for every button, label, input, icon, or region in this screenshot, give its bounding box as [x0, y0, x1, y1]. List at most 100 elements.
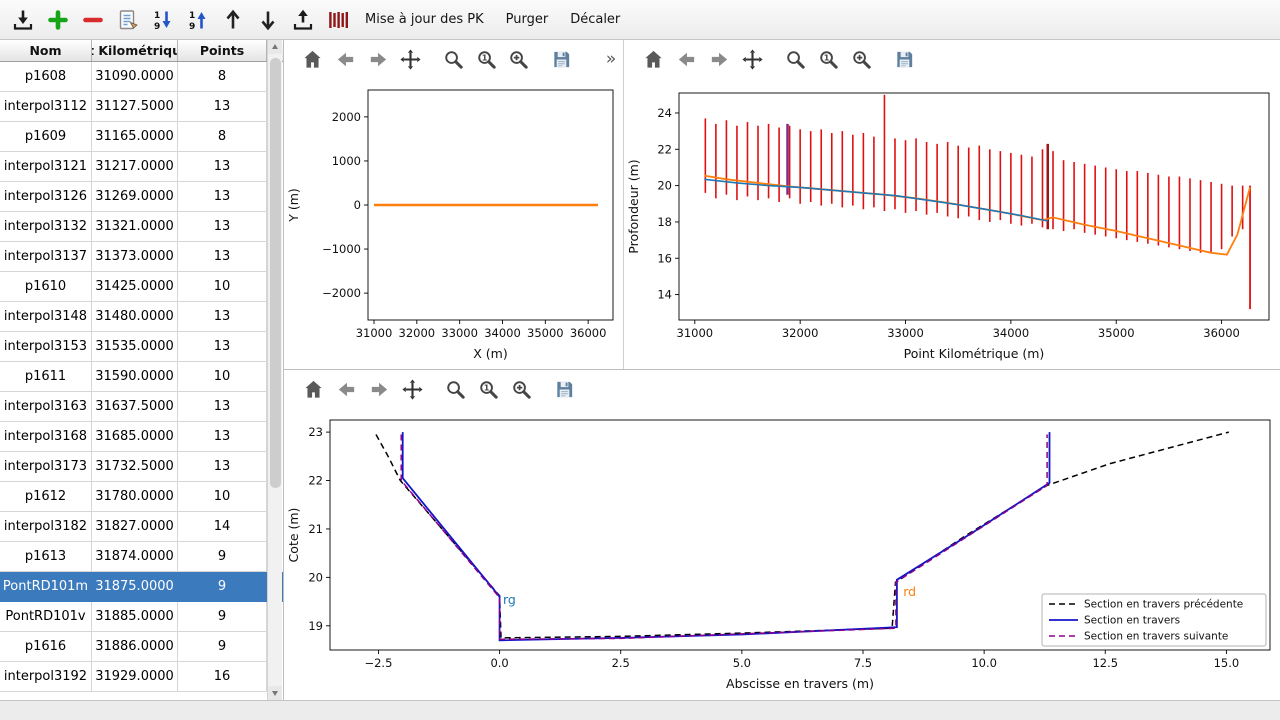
cell-points: 9: [178, 632, 267, 662]
cross-section-ylabel: Cote (m): [286, 508, 301, 563]
arrow-down-button[interactable]: [251, 4, 284, 36]
home-button[interactable]: [298, 44, 328, 74]
scrollbar-thumb[interactable]: [270, 58, 281, 488]
edit-button[interactable]: [111, 4, 144, 36]
longitudinal-profile-plot[interactable]: 3100032000330003400035000360001416182022…: [624, 78, 1279, 370]
cell-pk: 31780.0000: [92, 482, 178, 512]
zoom-one-button[interactable]: 1: [471, 44, 501, 74]
svg-text:31000: 31000: [677, 326, 714, 340]
cross-section-plot[interactable]: −2.50.02.55.07.510.012.515.01920212223Ab…: [284, 408, 1280, 700]
table-row[interactable]: p160931165.00008: [0, 122, 283, 152]
svg-text:32000: 32000: [782, 326, 819, 340]
cell-pk: 31269.0000: [92, 182, 178, 212]
shift-button[interactable]: Décaler: [559, 12, 631, 27]
table-row[interactable]: interpol316831685.000013: [0, 422, 283, 452]
column-header-pk[interactable]: t Kilométriqu: [92, 40, 178, 61]
toolbar-icon-group: 1919: [6, 4, 354, 36]
zoom-plus-button[interactable]: [504, 44, 534, 74]
zoom-button[interactable]: [780, 44, 810, 74]
zoom-one-button[interactable]: 1: [813, 44, 843, 74]
pan-button[interactable]: [397, 374, 427, 404]
pan-icon: [399, 48, 422, 71]
zoom-button[interactable]: [440, 374, 470, 404]
cross-section-xlabel: Abscisse en travers (m): [726, 676, 874, 691]
purge-button[interactable]: Purger: [495, 12, 560, 27]
table-row[interactable]: interpol314831480.000013: [0, 302, 283, 332]
chevrons-right-icon: »: [606, 49, 616, 69]
arrow-up-button[interactable]: [216, 4, 249, 36]
table-row[interactable]: interpol313731373.000013: [0, 242, 283, 272]
update-pk-button[interactable]: Mise à jour des PK: [354, 12, 495, 27]
export-button[interactable]: [286, 4, 319, 36]
add-button[interactable]: [41, 4, 74, 36]
legend-label: Section en travers suivante: [1084, 631, 1228, 643]
back-button[interactable]: [331, 374, 361, 404]
table-row[interactable]: interpol313231321.000013: [0, 212, 283, 242]
zoom-plus-button[interactable]: [846, 44, 876, 74]
pan-button[interactable]: [737, 44, 767, 74]
table-row[interactable]: p161131590.000010: [0, 362, 283, 392]
back-icon: [335, 378, 358, 401]
column-header-points[interactable]: Points: [178, 40, 267, 61]
cross-section-plot-toolbar: 1: [284, 370, 1280, 408]
scroll-down-arrow-icon[interactable]: [268, 686, 282, 700]
home-button[interactable]: [298, 374, 328, 404]
cell-pk: 31090.0000: [92, 62, 178, 92]
forward-icon: [708, 48, 731, 71]
sort-desc-button[interactable]: 19: [146, 4, 179, 36]
cell-nom: interpol3126: [0, 182, 92, 212]
table-row[interactable]: p160831090.00008: [0, 62, 283, 92]
profile-plot-toolbar: 1: [624, 40, 1280, 78]
table-row[interactable]: interpol316331637.500013: [0, 392, 283, 422]
zoom-one-button[interactable]: 1: [473, 374, 503, 404]
forward-button[interactable]: [363, 44, 393, 74]
toolbar-overflow-button[interactable]: »: [599, 46, 623, 72]
save-button[interactable]: [549, 374, 579, 404]
table-row[interactable]: p161031425.000010: [0, 272, 283, 302]
save-button[interactable]: [547, 44, 577, 74]
column-header-nom[interactable]: Nom: [0, 40, 92, 61]
table-row[interactable]: interpol311231127.500013: [0, 92, 283, 122]
forward-button[interactable]: [364, 374, 394, 404]
save-button[interactable]: [889, 44, 919, 74]
remove-button[interactable]: [76, 4, 109, 36]
zoom-one-icon: 1: [477, 378, 500, 401]
table-row[interactable]: PontRD101v31885.00009: [0, 602, 283, 632]
table-row[interactable]: PontRD101m31875.00009: [0, 572, 283, 602]
home-icon: [642, 48, 665, 71]
back-button[interactable]: [331, 44, 361, 74]
forward-button[interactable]: [704, 44, 734, 74]
svg-text:1: 1: [823, 52, 829, 62]
zoom-plus-icon: [510, 378, 533, 401]
svg-text:1: 1: [189, 11, 195, 21]
profile-plot-panel: 1 31000320003300034000350003600014161820…: [624, 40, 1280, 369]
table-row[interactable]: p161631886.00009: [0, 632, 283, 662]
table-row[interactable]: interpol318231827.000014: [0, 512, 283, 542]
scroll-up-arrow-icon[interactable]: [268, 40, 282, 54]
zoom-button[interactable]: [439, 44, 469, 74]
cell-nom: p1608: [0, 62, 92, 92]
table-header: Nom t Kilométriqu Points: [0, 40, 283, 62]
cell-pk: 31827.0000: [92, 512, 178, 542]
pk-stripes-button[interactable]: [321, 4, 354, 36]
svg-text:−2.5: −2.5: [364, 656, 392, 670]
table-row[interactable]: interpol315331535.000013: [0, 332, 283, 362]
cell-pk: 31217.0000: [92, 152, 178, 182]
table-scrollbar[interactable]: [267, 40, 282, 700]
table-row[interactable]: interpol317331732.500013: [0, 452, 283, 482]
svg-text:35000: 35000: [527, 326, 564, 340]
table-row[interactable]: p161231780.000010: [0, 482, 283, 512]
table-row[interactable]: interpol312631269.000013: [0, 182, 283, 212]
cell-points: 13: [178, 422, 267, 452]
zoom-plus-button[interactable]: [506, 374, 536, 404]
trajectory-plot[interactable]: 310003200033000340003500036000−2000−1000…: [284, 78, 623, 370]
home-button[interactable]: [638, 44, 668, 74]
sort-asc-button[interactable]: 19: [181, 4, 214, 36]
table-row[interactable]: interpol312131217.000013: [0, 152, 283, 182]
back-button[interactable]: [671, 44, 701, 74]
table-row[interactable]: interpol319231929.000016: [0, 662, 283, 692]
import-button[interactable]: [6, 4, 39, 36]
cell-nom: p1616: [0, 632, 92, 662]
pan-button[interactable]: [396, 44, 426, 74]
table-row[interactable]: p161331874.00009: [0, 542, 283, 572]
